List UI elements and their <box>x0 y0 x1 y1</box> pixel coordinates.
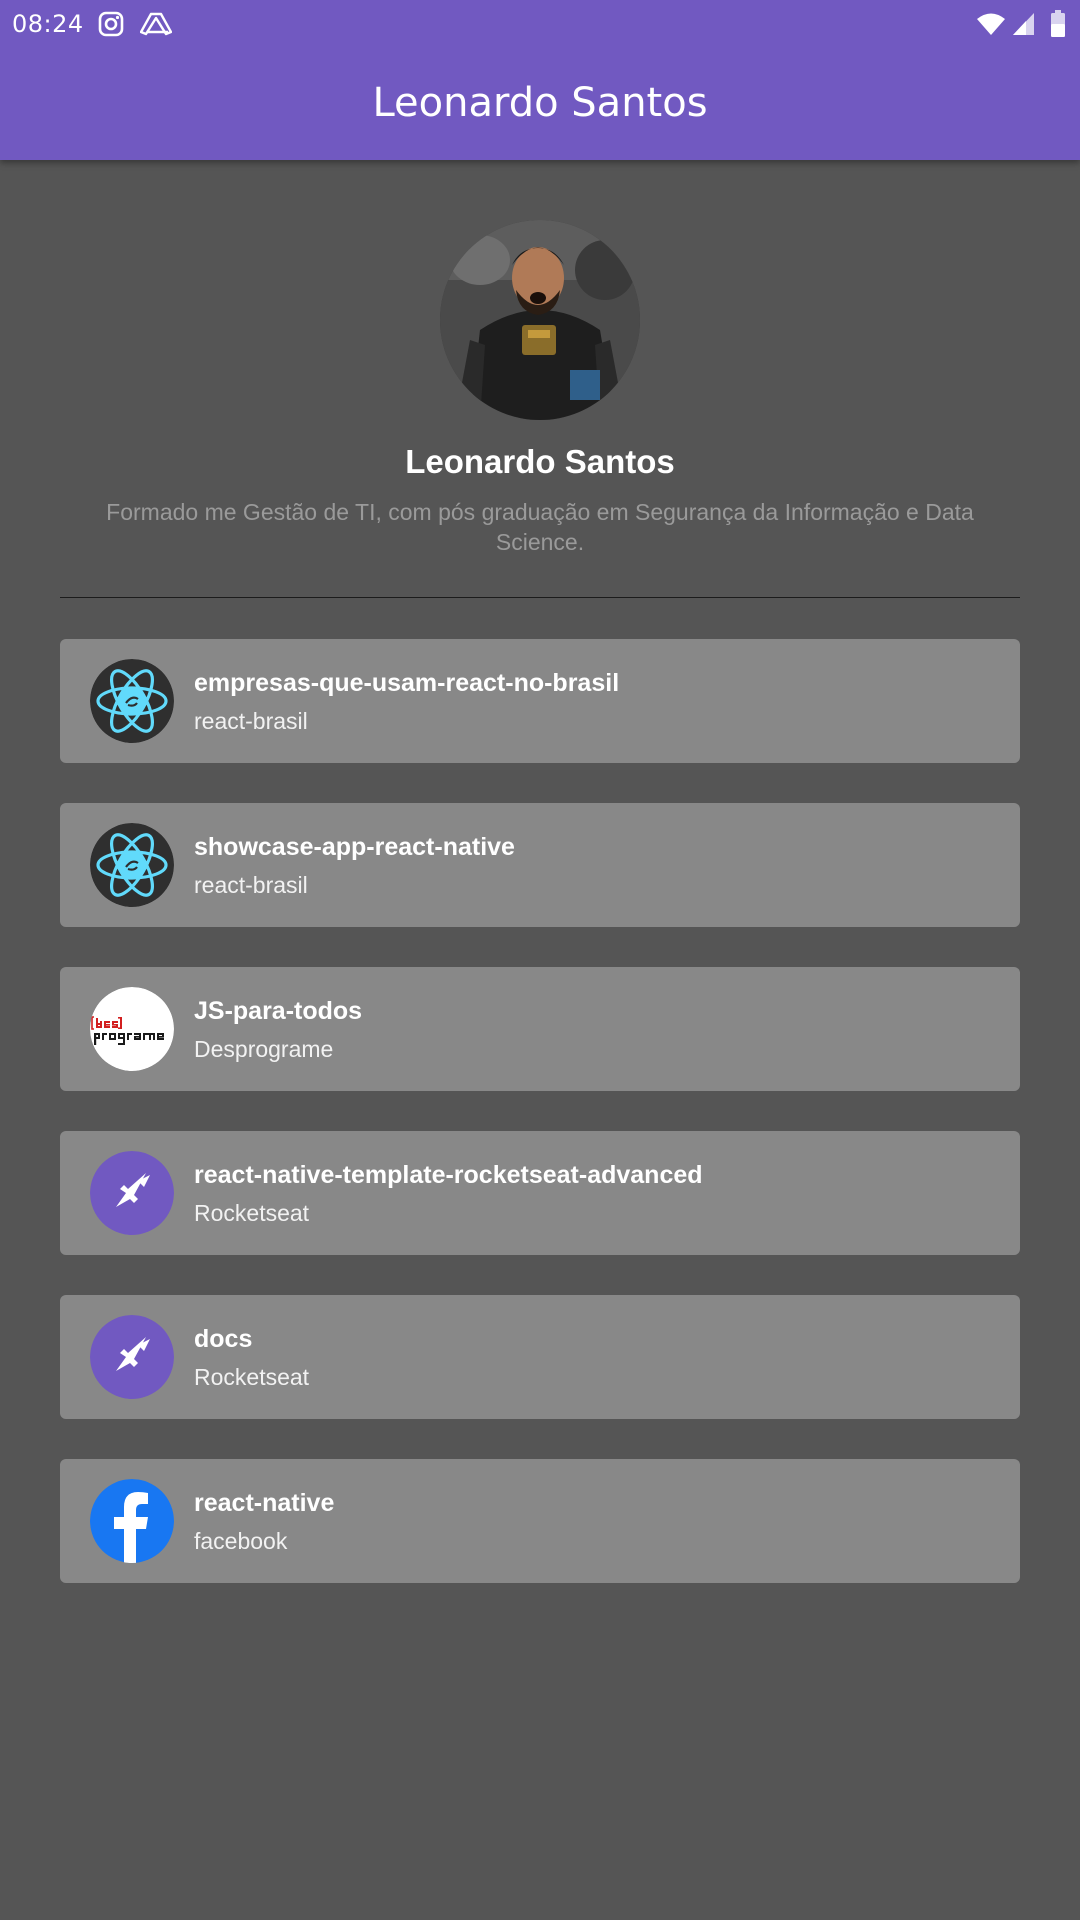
wifi-icon <box>976 12 1006 41</box>
profile-bio: Formado me Gestão de TI, com pós graduaç… <box>106 499 974 555</box>
repo-name: react-native <box>194 1489 335 1517</box>
signal-icon <box>1012 12 1036 41</box>
desprograme-logo-icon <box>90 987 174 1071</box>
repo-name: empresas-que-usam-react-no-brasil <box>194 669 620 697</box>
repo-owner: facebook <box>194 1528 288 1554</box>
repo-name: docs <box>194 1325 253 1353</box>
page-title: Leonardo Santos <box>372 80 708 126</box>
rocketseat-logo-icon <box>90 1315 174 1399</box>
repo-owner: react-brasil <box>194 708 308 734</box>
repo-card[interactable]: react-native facebook <box>60 1459 1020 1583</box>
status-time: 08:24 <box>12 10 84 38</box>
react-logo-icon <box>90 659 174 743</box>
repo-name: JS-para-todos <box>194 997 363 1025</box>
react-logo-icon <box>90 823 174 907</box>
repo-owner: Desprograme <box>194 1036 334 1062</box>
repo-name: showcase-app-react-native <box>194 833 515 861</box>
divider <box>60 597 1020 598</box>
repo-name: react-native-template-rocketseat-advance… <box>194 1161 703 1189</box>
app-bar: 08:24 Leonardo Santos <box>0 0 1080 160</box>
facebook-logo-icon <box>90 1479 174 1563</box>
rocketseat-logo-icon <box>90 1151 174 1235</box>
repo-owner: react-brasil <box>194 872 308 898</box>
repository-list: empresas-que-usam-react-no-brasil react-… <box>60 639 1020 1623</box>
repo-owner: Rocketseat <box>194 1364 310 1390</box>
profile-name: Leonardo Santos <box>405 443 675 480</box>
repo-owner: Rocketseat <box>194 1200 310 1226</box>
repo-card[interactable]: empresas-que-usam-react-no-brasil react-… <box>60 639 1020 763</box>
drive-icon <box>139 12 173 41</box>
repo-card[interactable]: docs Rocketseat <box>60 1295 1020 1419</box>
instagram-icon <box>98 11 124 42</box>
profile-avatar <box>440 220 640 420</box>
repo-card[interactable]: react-native-template-rocketseat-advance… <box>60 1131 1020 1255</box>
status-bar: 08:24 <box>0 0 1080 48</box>
repo-card[interactable]: showcase-app-react-native react-brasil <box>60 803 1020 927</box>
battery-icon <box>1050 10 1066 43</box>
repo-card[interactable]: JS-para-todos Desprograme <box>60 967 1020 1091</box>
